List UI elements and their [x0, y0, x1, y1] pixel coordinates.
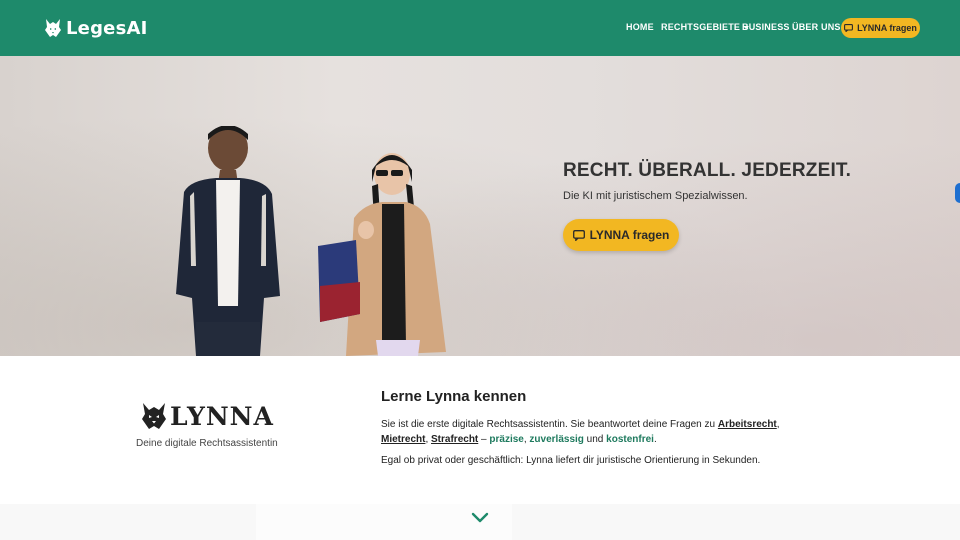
intro-section: LYNNA Deine digitale Rechtsassistentin L… [0, 356, 960, 540]
lynx-head-icon [142, 403, 166, 429]
p1-separator: , [776, 419, 780, 430]
link-strafrecht[interactable]: Strafrecht [431, 434, 478, 445]
nav-rechtsgebiete-label: RECHTSGEBIETE [661, 22, 741, 32]
intro-heading: Lerne Lynna kennen [381, 388, 527, 405]
p1-lead: Sie ist die erste digitale Rechtsassiste… [381, 419, 718, 430]
chat-bubble-icon [844, 24, 854, 32]
link-arbeitsrecht[interactable]: Arbeitsrecht [718, 419, 777, 430]
nav-ueber-uns[interactable]: ÜBER UNS [792, 22, 841, 32]
intro-paragraph-2: Egal ob privat oder geschäftlich: Lynna … [381, 455, 761, 466]
nav-home[interactable]: HOME [626, 22, 654, 32]
hero-subtitle: Die KI mit juristischem Spezialwissen. [563, 190, 748, 202]
brand-logo[interactable]: LegesAI [44, 16, 148, 40]
nav-rechtsgebiete[interactable]: RECHTSGEBIETE [661, 22, 750, 32]
hero-title: RECHT. ÜBERALL. JEDERZEIT. [563, 160, 852, 181]
lynna-logo: LYNNA [141, 400, 281, 432]
hero-wall-texture [0, 56, 960, 356]
p1-und: und [583, 433, 607, 445]
hero-photo-two-people [176, 126, 446, 356]
hero-banner: RECHT. ÜBERALL. JEDERZEIT. Die KI mit ju… [0, 56, 960, 356]
highlight-kostenfrei: kostenfrei [606, 433, 654, 445]
highlight-zuverlaessig: zuverlässig [529, 433, 584, 445]
lynx-head-icon [45, 19, 61, 37]
highlight-praezise: präzise [489, 433, 524, 445]
link-mietrecht[interactable]: Mietrecht [381, 434, 425, 445]
hero-lynna-button-label: LYNNA fragen [589, 228, 670, 242]
lynna-wordmark: LYNNA [170, 401, 274, 431]
lynna-tagline: Deine digitale Rechtsassistentin [136, 438, 278, 449]
header-lynna-button-label: LYNNA fragen [857, 23, 917, 33]
top-navigation-bar: LegesAI HOME RECHTSGEBIETE BUSINESS ÜBER… [0, 0, 960, 56]
p1-dash: – [478, 433, 490, 445]
hero-lynna-button[interactable]: LYNNA fragen [563, 219, 679, 251]
side-widget-tab[interactable] [955, 183, 960, 203]
header-lynna-button[interactable]: LYNNA fragen [841, 18, 920, 38]
intro-paragraph-1: Sie ist die erste digitale Rechtsassiste… [381, 418, 781, 447]
chevron-down-icon[interactable] [470, 511, 490, 525]
chat-bubble-icon [572, 229, 585, 241]
p1-period: . [653, 433, 657, 445]
brand-name: LegesAI [66, 17, 148, 39]
nav-business[interactable]: BUSINESS [742, 22, 790, 32]
